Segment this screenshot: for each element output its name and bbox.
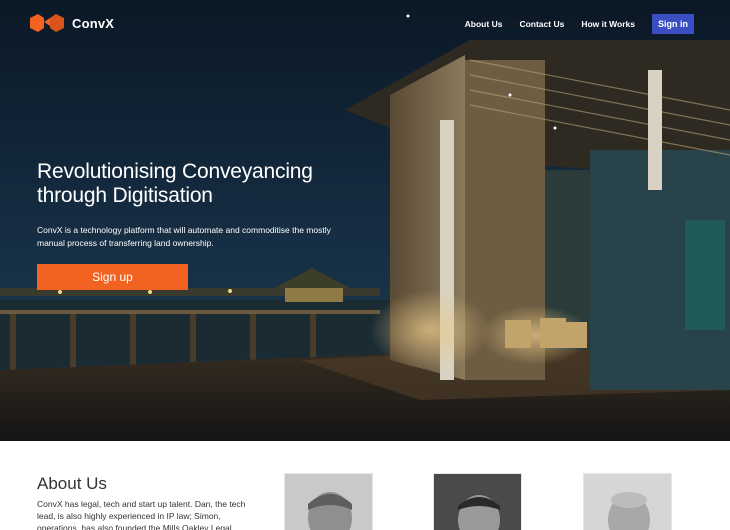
- hero-subtitle: ConvX is a technology platform that will…: [37, 225, 331, 248]
- sign-in-button[interactable]: Sign in: [652, 14, 694, 34]
- person-photo-icon: [434, 474, 521, 530]
- nav-link-contact-us[interactable]: Contact Us: [519, 14, 564, 34]
- hero-section: ConvX About Us Contact Us How it Works S…: [0, 0, 730, 441]
- about-title: About Us: [37, 474, 107, 493]
- person-photo-icon: [285, 474, 372, 530]
- team-member-photo-2: [433, 473, 522, 530]
- convx-logo-icon: [30, 14, 64, 32]
- person-photo-icon: [584, 474, 671, 530]
- nav-link-how-it-works[interactable]: How it Works: [581, 14, 635, 34]
- nav-link-about-us[interactable]: About Us: [465, 14, 503, 34]
- team-member-photo-1: [284, 473, 373, 530]
- about-section: About Us ConvX has legal, tech and start…: [0, 441, 730, 530]
- sign-up-button[interactable]: Sign up: [37, 264, 188, 290]
- nav-links: About Us Contact Us How it Works Sign in: [448, 14, 694, 34]
- about-text: ConvX has legal, tech and start up talen…: [37, 499, 246, 530]
- hero-title: Revolutionising Conveyancing through Dig…: [37, 160, 313, 207]
- team-member-photo-3: [583, 473, 672, 530]
- top-nav: ConvX About Us Contact Us How it Works S…: [0, 0, 730, 48]
- brand-logo[interactable]: ConvX: [30, 12, 114, 34]
- brand-name: ConvX: [72, 15, 115, 31]
- hero-background-image: [0, 0, 730, 441]
